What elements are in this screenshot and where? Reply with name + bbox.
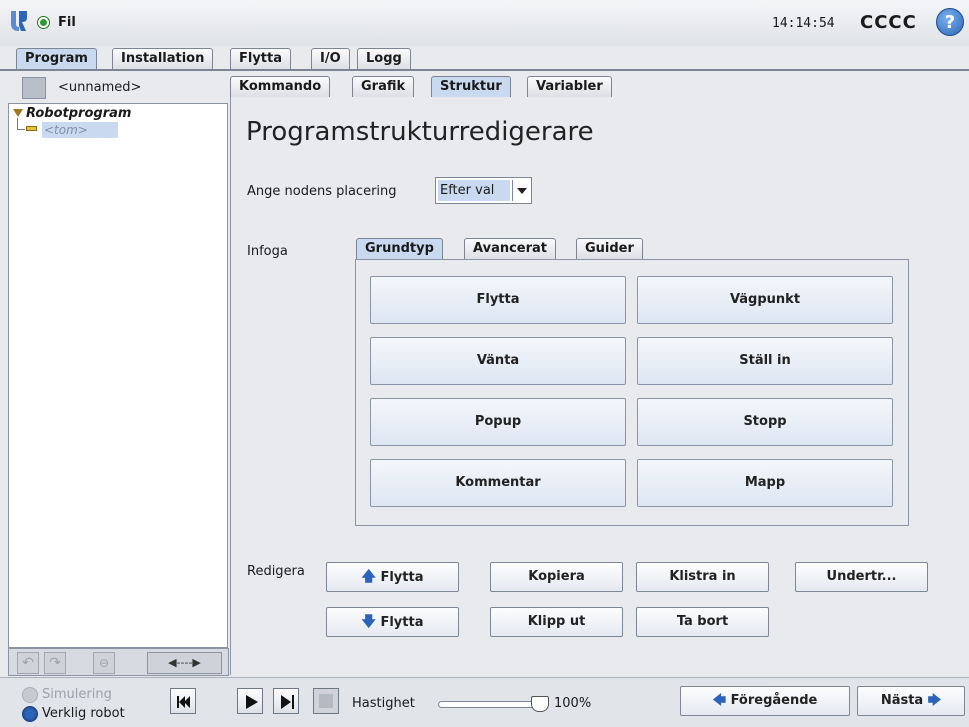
insert-move-button[interactable]: Flytta xyxy=(370,276,626,324)
move-up-label: Flytta xyxy=(380,570,424,585)
speed-label: Hastighet xyxy=(352,696,415,711)
collapse-triangle-icon[interactable] xyxy=(13,109,23,117)
footer-bar: Simulering Verklig robot Hastighet 100% … xyxy=(0,677,969,727)
previous-label: Föregående xyxy=(730,693,818,708)
clock: 14:14:54 xyxy=(772,16,835,31)
tree-root[interactable]: Robotprogram xyxy=(26,106,131,121)
tab-installation[interactable]: Installation xyxy=(112,48,214,69)
tab-move[interactable]: Flytta xyxy=(230,48,292,69)
program-tree: Robotprogram <tom> xyxy=(8,103,228,648)
insert-set-button[interactable]: Ställ in xyxy=(637,337,893,385)
save-icon[interactable] xyxy=(22,77,46,99)
paste-button[interactable]: Klistra in xyxy=(636,562,769,592)
edit-label: Redigera xyxy=(247,564,305,579)
rewind-icon[interactable] xyxy=(170,688,196,714)
structure-editor: Programstrukturredigerare Ange nodens pl… xyxy=(230,97,969,675)
ur-logo xyxy=(11,11,27,31)
simulation-label[interactable]: Simulering xyxy=(42,687,112,702)
real-robot-label[interactable]: Verklig robot xyxy=(42,706,125,721)
insert-folder-button[interactable]: Mapp xyxy=(637,459,893,507)
arrow-up-icon: 🡅 xyxy=(361,569,376,585)
placement-label: Ange nodens placering xyxy=(247,184,397,199)
tree-branch-line xyxy=(17,129,25,130)
real-robot-radio[interactable] xyxy=(22,706,38,722)
tab-graphics[interactable]: Grafik xyxy=(352,76,415,97)
next-label: Nästa xyxy=(880,693,924,708)
stop-icon[interactable] xyxy=(313,688,339,714)
play-icon[interactable] xyxy=(237,688,263,714)
delete-button[interactable]: Ta bort xyxy=(636,607,769,637)
step-icon[interactable] xyxy=(273,688,299,714)
simulation-radio[interactable] xyxy=(22,687,38,703)
move-down-button[interactable]: 🡇 Flytta xyxy=(326,607,459,637)
speed-slider[interactable] xyxy=(438,696,549,712)
tree-item-empty[interactable]: <tom> xyxy=(42,122,118,138)
insert-wait-button[interactable]: Vänta xyxy=(370,337,626,385)
help-icon[interactable]: ? xyxy=(936,8,964,36)
cut-button[interactable]: Klipp ut xyxy=(490,607,623,637)
copy-button[interactable]: Kopiera xyxy=(490,562,623,592)
tab-io[interactable]: I/O xyxy=(311,48,350,69)
insert-label: Infoga xyxy=(247,244,288,259)
tab-command[interactable]: Kommando xyxy=(230,76,331,97)
top-bar: Fil 14:14:54 CCCC ? xyxy=(0,0,969,46)
tree-toolbar: ↶ ↷ ⊖ ◀----▶ xyxy=(8,648,229,676)
previous-button[interactable]: 🡄 Föregående xyxy=(680,686,850,716)
arrow-right-icon: 🡆 xyxy=(927,693,942,708)
tab-log[interactable]: Logg xyxy=(357,48,411,69)
insert-popup-button[interactable]: Popup xyxy=(370,398,626,446)
insert-comment-button[interactable]: Kommentar xyxy=(370,459,626,507)
page-title: Programstrukturredigerare xyxy=(246,117,594,147)
placement-value: Efter val xyxy=(438,180,510,201)
insert-stop-button[interactable]: Stopp xyxy=(637,398,893,446)
tab-structure[interactable]: Struktur xyxy=(431,76,511,97)
tab-variables[interactable]: Variabler xyxy=(527,76,612,97)
tab-wizards[interactable]: Guider xyxy=(576,238,643,259)
tab-advanced[interactable]: Avancerat xyxy=(464,238,557,259)
status-dot-icon xyxy=(38,17,49,28)
redo-icon[interactable]: ↷ xyxy=(44,652,66,674)
robot-name: CCCC xyxy=(860,12,917,33)
suppress-button[interactable]: Undertr... xyxy=(795,562,928,592)
file-menu[interactable]: Fil xyxy=(58,15,76,30)
speed-value: 100% xyxy=(554,696,592,711)
arrow-left-icon: 🡄 xyxy=(712,693,727,708)
insert-waypoint-button[interactable]: Vägpunkt xyxy=(637,276,893,324)
next-button[interactable]: Nästa 🡆 xyxy=(857,686,965,716)
resize-handle-icon[interactable]: ◀----▶ xyxy=(147,652,222,674)
undo-icon[interactable]: ↶ xyxy=(17,652,39,674)
chevron-down-icon[interactable] xyxy=(512,180,530,201)
tab-basic[interactable]: Grundtyp xyxy=(356,238,443,259)
move-down-label: Flytta xyxy=(380,615,424,630)
arrow-down-icon: 🡇 xyxy=(361,614,376,630)
move-up-button[interactable]: 🡅 Flytta xyxy=(326,562,459,592)
zoom-icon[interactable]: ⊖ xyxy=(93,652,115,674)
tab-program[interactable]: Program xyxy=(16,48,97,69)
placement-select[interactable]: Efter val xyxy=(435,177,532,204)
empty-node-icon xyxy=(26,126,37,131)
file-name: <unnamed> xyxy=(58,80,142,95)
insert-panel: Flytta Vägpunkt Vänta Ställ in Popup Sto… xyxy=(355,259,909,526)
tab-divider xyxy=(0,69,969,71)
speed-slider-handle[interactable] xyxy=(531,696,549,712)
